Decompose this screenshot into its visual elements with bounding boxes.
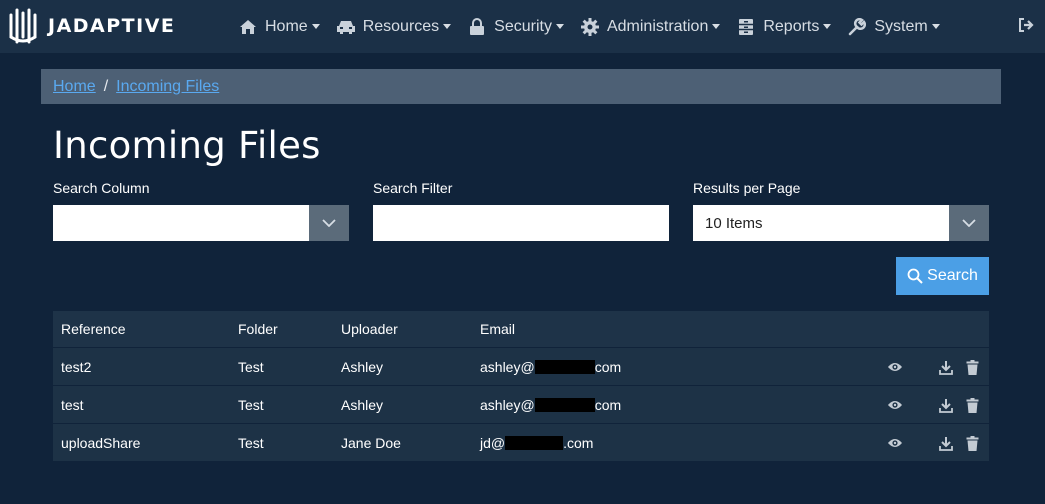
files-table: Reference Folder Uploader Email test2 Te…: [53, 311, 989, 462]
email-suffix: com: [594, 396, 622, 413]
car-icon: [336, 18, 356, 36]
cell-reference: test: [61, 396, 84, 413]
search-column-label: Search Column: [53, 180, 150, 196]
column-header-reference[interactable]: Reference: [61, 311, 126, 347]
cell-uploader: Ashley: [341, 358, 384, 375]
table-header-row: Reference Folder Uploader Email: [53, 311, 989, 348]
brand-name: JADAPTIVE: [48, 15, 176, 37]
column-header-folder[interactable]: Folder: [238, 311, 278, 347]
search-button-label: Search: [927, 267, 978, 284]
sign-out-icon[interactable]: [1017, 16, 1035, 34]
nav-label-resources: Resources: [362, 17, 440, 35]
cell-folder: Test: [238, 358, 264, 375]
download-icon[interactable]: [938, 359, 954, 375]
column-header-uploader[interactable]: Uploader: [341, 311, 398, 347]
nav-label-home: Home: [265, 17, 308, 35]
breadcrumb-current-link[interactable]: Incoming Files: [116, 78, 219, 96]
nav-item-home[interactable]: Home: [238, 18, 320, 36]
brand-logo[interactable]: JADAPTIVE: [8, 7, 175, 45]
nav-item-administration[interactable]: Administration: [580, 17, 721, 36]
nav-item-reports[interactable]: Reports: [736, 17, 832, 36]
nav-label-administration: Administration: [606, 17, 709, 35]
email-suffix: .com: [563, 434, 594, 451]
nav-item-security[interactable]: Security: [467, 18, 564, 36]
nav-item-system[interactable]: System: [847, 17, 940, 36]
cell-uploader: Jane Doe: [341, 434, 401, 451]
archive-icon: [736, 18, 756, 36]
email-suffix: com: [594, 358, 622, 375]
redacted-block: [505, 435, 564, 450]
cell-email: ashley@ com: [480, 386, 621, 423]
results-per-page-label: Results per Page: [693, 180, 801, 196]
eye-icon[interactable]: [887, 397, 903, 413]
nav-label-system: System: [874, 17, 928, 35]
download-icon[interactable]: [938, 397, 954, 413]
email-prefix: jd@: [480, 434, 506, 451]
trash-icon[interactable]: [964, 397, 980, 413]
breadcrumb: Home / Incoming Files: [41, 69, 1001, 104]
trash-icon[interactable]: [964, 359, 980, 375]
lock-icon: [467, 17, 487, 36]
search-column-select[interactable]: [53, 205, 349, 241]
chevron-down-icon[interactable]: [309, 205, 349, 241]
nav-label-reports: Reports: [763, 17, 820, 35]
cell-folder: Test: [238, 396, 264, 413]
results-per-page-select[interactable]: 10 Items: [693, 205, 989, 241]
download-icon[interactable]: [938, 435, 954, 451]
cell-email: jd@ .com: [480, 424, 593, 461]
results-per-page-value: 10 Items: [705, 214, 763, 232]
eye-icon[interactable]: [887, 359, 903, 375]
breadcrumb-home-link[interactable]: Home: [53, 78, 96, 96]
search-filter-input[interactable]: [373, 205, 669, 241]
gear-icon: [580, 17, 600, 36]
cell-reference: test2: [61, 358, 92, 375]
trash-icon[interactable]: [964, 435, 980, 451]
chevron-down-icon[interactable]: [949, 205, 989, 241]
chevron-down-icon: [311, 24, 320, 29]
table-row: test Test Ashley ashley@ com: [53, 386, 989, 424]
breadcrumb-separator: /: [103, 77, 109, 95]
eye-icon[interactable]: [887, 435, 903, 451]
redacted-block: [534, 397, 595, 412]
jadaptive-logo-icon: [9, 8, 37, 44]
page-title: Incoming Files: [53, 124, 321, 167]
main-nav: Home Resources Security Administration R…: [238, 0, 956, 53]
search-icon: [907, 268, 923, 284]
chevron-down-icon: [555, 24, 564, 29]
column-header-email[interactable]: Email: [480, 311, 515, 347]
cell-email: ashley@ com: [480, 348, 621, 385]
email-prefix: ashley@: [480, 396, 535, 413]
cell-reference: uploadShare: [61, 434, 141, 451]
home-icon: [238, 18, 258, 36]
chevron-down-icon: [823, 24, 832, 29]
search-button[interactable]: Search: [896, 257, 989, 295]
nav-label-security: Security: [494, 17, 552, 35]
top-navbar: JADAPTIVE Home Resources Security Admini…: [0, 0, 1045, 53]
cell-folder: Test: [238, 434, 264, 451]
redacted-block: [534, 359, 595, 374]
table-row: test2 Test Ashley ashley@ com: [53, 348, 989, 386]
nav-item-resources[interactable]: Resources: [336, 17, 452, 36]
wrench-icon: [847, 17, 867, 36]
chevron-down-icon: [931, 24, 940, 29]
search-filter-label: Search Filter: [373, 180, 453, 196]
chevron-down-icon: [443, 24, 452, 29]
cell-uploader: Ashley: [341, 396, 384, 413]
table-row: uploadShare Test Jane Doe jd@ .com: [53, 424, 989, 462]
email-prefix: ashley@: [480, 358, 535, 375]
chevron-down-icon: [712, 24, 721, 29]
